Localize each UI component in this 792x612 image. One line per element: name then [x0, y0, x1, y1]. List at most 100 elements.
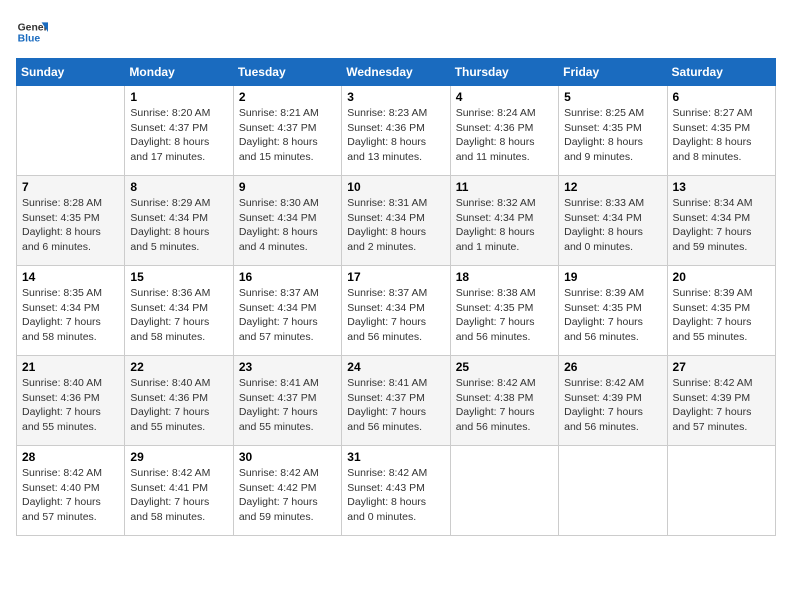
day-number: 19 — [564, 270, 661, 284]
calendar-cell: 9 Sunrise: 8:30 AMSunset: 4:34 PMDaylight… — [233, 176, 341, 266]
day-number: 20 — [673, 270, 770, 284]
day-number: 11 — [456, 180, 553, 194]
column-header-monday: Monday — [125, 59, 233, 86]
day-number: 6 — [673, 90, 770, 104]
day-info: Sunrise: 8:42 AMSunset: 4:38 PMDaylight:… — [456, 376, 553, 435]
day-info: Sunrise: 8:24 AMSunset: 4:36 PMDaylight:… — [456, 106, 553, 165]
day-info: Sunrise: 8:40 AMSunset: 4:36 PMDaylight:… — [130, 376, 227, 435]
calendar-cell: 12 Sunrise: 8:33 AMSunset: 4:34 PMDayligh… — [559, 176, 667, 266]
day-info: Sunrise: 8:39 AMSunset: 4:35 PMDaylight:… — [673, 286, 770, 345]
day-info: Sunrise: 8:21 AMSunset: 4:37 PMDaylight:… — [239, 106, 336, 165]
day-info: Sunrise: 8:20 AMSunset: 4:37 PMDaylight:… — [130, 106, 227, 165]
calendar-cell: 14 Sunrise: 8:35 AMSunset: 4:34 PMDayligh… — [17, 266, 125, 356]
calendar-cell: 19 Sunrise: 8:39 AMSunset: 4:35 PMDayligh… — [559, 266, 667, 356]
day-info: Sunrise: 8:40 AMSunset: 4:36 PMDaylight:… — [22, 376, 119, 435]
calendar-week-row: 28Sunrise: 8:42 AMSunset: 4:40 PMDayligh… — [17, 446, 776, 536]
day-number: 17 — [347, 270, 444, 284]
day-number: 15 — [130, 270, 227, 284]
day-number: 12 — [564, 180, 661, 194]
day-info: Sunrise: 8:37 AMSunset: 4:34 PMDaylight:… — [347, 286, 444, 345]
day-info: Sunrise: 8:30 AMSunset: 4:34 PMDaylight:… — [239, 196, 336, 255]
day-number: 7 — [22, 180, 119, 194]
day-info: Sunrise: 8:35 AMSunset: 4:34 PMDaylight:… — [22, 286, 119, 345]
calendar-week-row: 1 Sunrise: 8:20 AMSunset: 4:37 PMDaylight… — [17, 86, 776, 176]
calendar-cell: 26Sunrise: 8:42 AMSunset: 4:39 PMDayligh… — [559, 356, 667, 446]
calendar-cell: 16 Sunrise: 8:37 AMSunset: 4:34 PMDayligh… — [233, 266, 341, 356]
day-number: 8 — [130, 180, 227, 194]
day-info: Sunrise: 8:39 AMSunset: 4:35 PMDaylight:… — [564, 286, 661, 345]
calendar-cell: 13Sunrise: 8:34 AMSunset: 4:34 PMDayligh… — [667, 176, 775, 266]
day-number: 13 — [673, 180, 770, 194]
calendar-cell: 20 Sunrise: 8:39 AMSunset: 4:35 PMDayligh… — [667, 266, 775, 356]
day-number: 16 — [239, 270, 336, 284]
column-header-saturday: Saturday — [667, 59, 775, 86]
day-number: 9 — [239, 180, 336, 194]
day-info: Sunrise: 8:42 AMSunset: 4:41 PMDaylight:… — [130, 466, 227, 525]
calendar-table: SundayMondayTuesdayWednesdayThursdayFrid… — [16, 58, 776, 536]
calendar-cell: 1 Sunrise: 8:20 AMSunset: 4:37 PMDaylight… — [125, 86, 233, 176]
page-header: General Blue — [16, 16, 776, 48]
day-number: 28 — [22, 450, 119, 464]
day-info: Sunrise: 8:38 AMSunset: 4:35 PMDaylight:… — [456, 286, 553, 345]
calendar-cell: 8 Sunrise: 8:29 AMSunset: 4:34 PMDaylight… — [125, 176, 233, 266]
logo-icon: General Blue — [16, 16, 48, 48]
day-info: Sunrise: 8:36 AMSunset: 4:34 PMDaylight:… — [130, 286, 227, 345]
day-number: 3 — [347, 90, 444, 104]
calendar-cell — [17, 86, 125, 176]
calendar-cell: 7 Sunrise: 8:28 AMSunset: 4:35 PMDaylight… — [17, 176, 125, 266]
day-number: 31 — [347, 450, 444, 464]
day-number: 24 — [347, 360, 444, 374]
calendar-cell: 31 Sunrise: 8:42 AMSunset: 4:43 PMDayligh… — [342, 446, 450, 536]
logo: General Blue — [16, 16, 48, 48]
day-info: Sunrise: 8:31 AMSunset: 4:34 PMDaylight:… — [347, 196, 444, 255]
calendar-cell: 15 Sunrise: 8:36 AMSunset: 4:34 PMDayligh… — [125, 266, 233, 356]
calendar-cell: 3 Sunrise: 8:23 AMSunset: 4:36 PMDaylight… — [342, 86, 450, 176]
day-number: 30 — [239, 450, 336, 464]
calendar-cell: 11 Sunrise: 8:32 AMSunset: 4:34 PMDayligh… — [450, 176, 558, 266]
calendar-week-row: 21Sunrise: 8:40 AMSunset: 4:36 PMDayligh… — [17, 356, 776, 446]
day-info: Sunrise: 8:42 AMSunset: 4:43 PMDaylight:… — [347, 466, 444, 525]
day-info: Sunrise: 8:33 AMSunset: 4:34 PMDaylight:… — [564, 196, 661, 255]
day-info: Sunrise: 8:37 AMSunset: 4:34 PMDaylight:… — [239, 286, 336, 345]
day-number: 2 — [239, 90, 336, 104]
calendar-cell: 27 Sunrise: 8:42 AMSunset: 4:39 PMDayligh… — [667, 356, 775, 446]
calendar-cell: 29 Sunrise: 8:42 AMSunset: 4:41 PMDayligh… — [125, 446, 233, 536]
calendar-cell: 21Sunrise: 8:40 AMSunset: 4:36 PMDayligh… — [17, 356, 125, 446]
calendar-cell: 10 Sunrise: 8:31 AMSunset: 4:34 PMDayligh… — [342, 176, 450, 266]
day-info: Sunrise: 8:28 AMSunset: 4:35 PMDaylight:… — [22, 196, 119, 255]
calendar-cell: 23Sunrise: 8:41 AMSunset: 4:37 PMDayligh… — [233, 356, 341, 446]
column-header-tuesday: Tuesday — [233, 59, 341, 86]
day-number: 22 — [130, 360, 227, 374]
day-info: Sunrise: 8:42 AMSunset: 4:39 PMDaylight:… — [673, 376, 770, 435]
calendar-cell: 4 Sunrise: 8:24 AMSunset: 4:36 PMDaylight… — [450, 86, 558, 176]
day-number: 4 — [456, 90, 553, 104]
calendar-cell — [667, 446, 775, 536]
column-header-wednesday: Wednesday — [342, 59, 450, 86]
day-info: Sunrise: 8:25 AMSunset: 4:35 PMDaylight:… — [564, 106, 661, 165]
calendar-cell: 28Sunrise: 8:42 AMSunset: 4:40 PMDayligh… — [17, 446, 125, 536]
day-info: Sunrise: 8:32 AMSunset: 4:34 PMDaylight:… — [456, 196, 553, 255]
column-header-friday: Friday — [559, 59, 667, 86]
day-number: 25 — [456, 360, 553, 374]
calendar-header-row: SundayMondayTuesdayWednesdayThursdayFrid… — [17, 59, 776, 86]
calendar-week-row: 7 Sunrise: 8:28 AMSunset: 4:35 PMDaylight… — [17, 176, 776, 266]
day-info: Sunrise: 8:23 AMSunset: 4:36 PMDaylight:… — [347, 106, 444, 165]
day-info: Sunrise: 8:29 AMSunset: 4:34 PMDaylight:… — [130, 196, 227, 255]
day-number: 5 — [564, 90, 661, 104]
calendar-cell: 2 Sunrise: 8:21 AMSunset: 4:37 PMDaylight… — [233, 86, 341, 176]
calendar-cell: 6Sunrise: 8:27 AMSunset: 4:35 PMDaylight… — [667, 86, 775, 176]
day-info: Sunrise: 8:42 AMSunset: 4:39 PMDaylight:… — [564, 376, 661, 435]
column-header-thursday: Thursday — [450, 59, 558, 86]
day-number: 14 — [22, 270, 119, 284]
calendar-cell — [559, 446, 667, 536]
column-header-sunday: Sunday — [17, 59, 125, 86]
calendar-cell: 5 Sunrise: 8:25 AMSunset: 4:35 PMDaylight… — [559, 86, 667, 176]
day-number: 10 — [347, 180, 444, 194]
day-number: 1 — [130, 90, 227, 104]
day-number: 29 — [130, 450, 227, 464]
day-info: Sunrise: 8:41 AMSunset: 4:37 PMDaylight:… — [239, 376, 336, 435]
calendar-cell: 30Sunrise: 8:42 AMSunset: 4:42 PMDayligh… — [233, 446, 341, 536]
calendar-cell: 22 Sunrise: 8:40 AMSunset: 4:36 PMDayligh… — [125, 356, 233, 446]
calendar-cell: 24Sunrise: 8:41 AMSunset: 4:37 PMDayligh… — [342, 356, 450, 446]
day-number: 27 — [673, 360, 770, 374]
